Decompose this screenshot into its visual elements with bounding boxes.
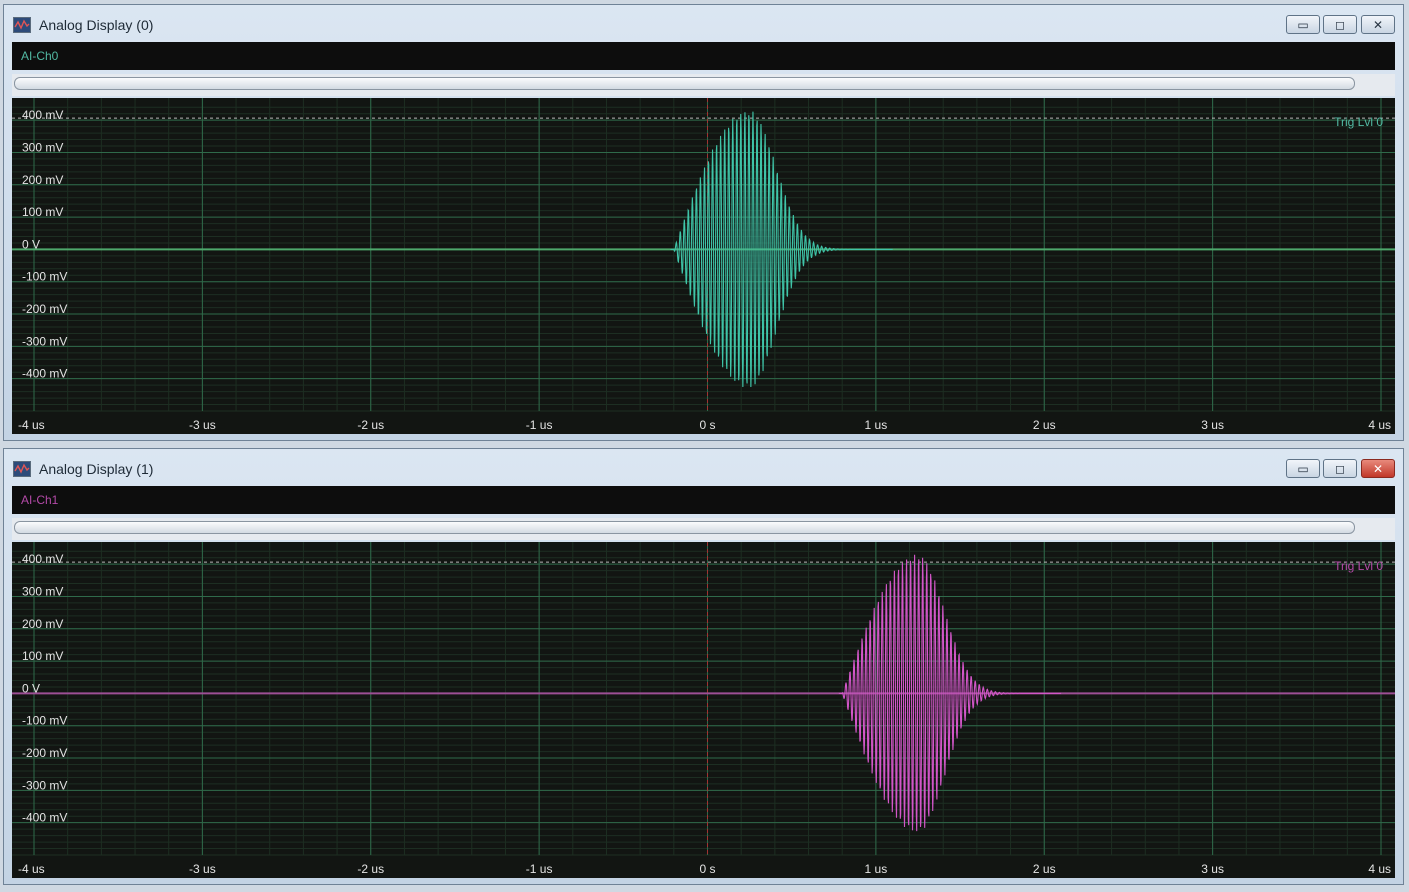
y-tick-label: 0 V <box>22 681 40 695</box>
waveform-chart: 400 mV 300 mV 200 mV 100 mV 0 V -100 mV -200 m… <box>12 98 1395 432</box>
y-tick-label: 300 mV <box>22 140 63 154</box>
x-tick-label: -3 us <box>189 862 216 876</box>
x-tick-label: 2 us <box>1033 418 1056 432</box>
y-tick-label: -100 mV <box>22 714 67 728</box>
title-bar[interactable]: Analog Display (1) ▭ ◻ ✕ <box>4 449 1403 485</box>
y-tick-label: -100 mV <box>22 270 67 284</box>
y-tick-label: 400 mV <box>22 108 63 122</box>
y-tick-label: -300 mV <box>22 334 67 348</box>
waveform-plot[interactable]: 400 mV 300 mV 200 mV 100 mV 0 V -100 mV -200 m… <box>12 98 1395 434</box>
minimize-button[interactable]: ▭ <box>1286 459 1320 478</box>
analog-display-window[interactable]: Analog Display (0) ▭ ◻ ✕ AI-Ch0 400 mV 30… <box>3 4 1404 441</box>
x-tick-label: -2 us <box>357 418 384 432</box>
y-tick-label: 400 mV <box>22 552 63 566</box>
channel-label[interactable]: AI-Ch0 <box>21 49 58 63</box>
trigger-level-label: Trig Lvl 0 <box>1334 559 1383 573</box>
y-tick-label: -400 mV <box>22 367 67 381</box>
close-icon: ✕ <box>1372 461 1384 476</box>
x-tick-label: 0 s <box>699 862 715 876</box>
waveform-plot[interactable]: 400 mV 300 mV 200 mV 100 mV 0 V -100 mV -200 m… <box>12 542 1395 878</box>
channel-label[interactable]: AI-Ch1 <box>21 493 58 507</box>
horizontal-scrollbar[interactable] <box>12 518 1395 540</box>
minimize-icon: ▭ <box>1297 17 1309 32</box>
y-tick-label: -300 mV <box>22 778 67 792</box>
minimize-button[interactable]: ▭ <box>1286 15 1320 34</box>
horizontal-scrollbar[interactable] <box>12 74 1395 96</box>
y-tick-label: 300 mV <box>22 584 63 598</box>
maximize-icon: ◻ <box>1335 461 1345 476</box>
x-tick-label: 4 us <box>1368 862 1391 876</box>
x-tick-label: 1 us <box>865 862 888 876</box>
x-tick-label: -4 us <box>18 862 45 876</box>
window-title: Analog Display (1) <box>39 461 154 477</box>
x-tick-label: -1 us <box>526 862 553 876</box>
scrollbar-thumb[interactable] <box>14 521 1355 534</box>
waveform-app-icon <box>13 17 31 33</box>
maximize-icon: ◻ <box>1335 17 1345 32</box>
close-button[interactable]: ✕ <box>1361 15 1395 34</box>
y-tick-label: 0 V <box>22 237 40 251</box>
waveform-app-icon <box>13 461 31 477</box>
maximize-button[interactable]: ◻ <box>1323 15 1357 34</box>
x-tick-label: -3 us <box>189 418 216 432</box>
waveform-chart: 400 mV 300 mV 200 mV 100 mV 0 V -100 mV -200 m… <box>12 542 1395 876</box>
x-tick-label: 3 us <box>1201 862 1224 876</box>
y-tick-label: -200 mV <box>22 302 67 316</box>
maximize-button[interactable]: ◻ <box>1323 459 1357 478</box>
x-tick-label: -1 us <box>526 418 553 432</box>
y-tick-label: 100 mV <box>22 649 63 663</box>
x-tick-label: 2 us <box>1033 862 1056 876</box>
y-tick-label: 100 mV <box>22 205 63 219</box>
title-bar[interactable]: Analog Display (0) ▭ ◻ ✕ <box>4 5 1403 41</box>
x-tick-label: 3 us <box>1201 418 1224 432</box>
close-button[interactable]: ✕ <box>1361 459 1395 478</box>
minimize-icon: ▭ <box>1297 461 1309 476</box>
analog-display-window[interactable]: Analog Display (1) ▭ ◻ ✕ AI-Ch1 400 mV 30… <box>3 448 1404 885</box>
y-tick-label: -400 mV <box>22 811 67 825</box>
x-tick-label: 1 us <box>865 418 888 432</box>
trigger-level-label: Trig Lvl 0 <box>1334 115 1383 129</box>
y-tick-label: -200 mV <box>22 746 67 760</box>
window-title: Analog Display (0) <box>39 17 154 33</box>
x-tick-label: -2 us <box>357 862 384 876</box>
channel-legend-bar: AI-Ch1 <box>12 486 1395 514</box>
x-tick-label: -4 us <box>18 418 45 432</box>
scrollbar-thumb[interactable] <box>14 77 1355 90</box>
x-tick-label: 4 us <box>1368 418 1391 432</box>
y-tick-label: 200 mV <box>22 173 63 187</box>
close-icon: ✕ <box>1372 17 1384 32</box>
channel-legend-bar: AI-Ch0 <box>12 42 1395 70</box>
y-tick-label: 200 mV <box>22 617 63 631</box>
x-tick-label: 0 s <box>699 418 715 432</box>
